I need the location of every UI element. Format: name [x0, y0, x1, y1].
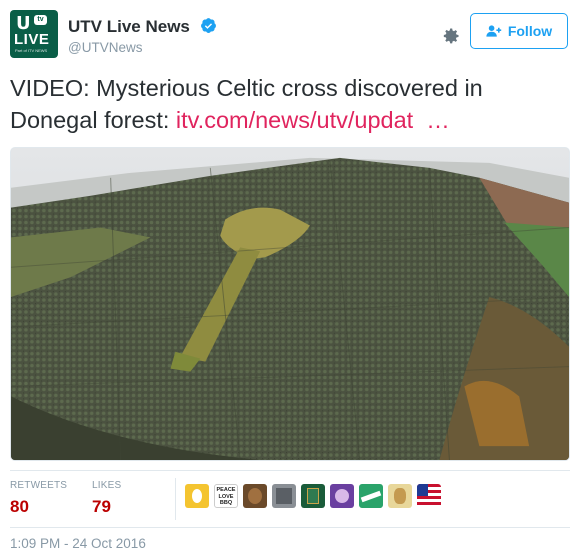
peace-love-bbq-logo: PEACE LOVE BBQ [216, 487, 236, 506]
verified-badge-icon [201, 18, 216, 33]
likes-count: 79 [92, 497, 111, 516]
tweet-photo[interactable] [10, 147, 570, 461]
liker-avatar[interactable] [301, 484, 325, 508]
stats-separator [175, 478, 176, 520]
avatar-tv-mark: tv [34, 15, 47, 25]
aerial-forest-photo [11, 148, 569, 460]
liker-avatar[interactable] [243, 484, 267, 508]
follow-label: Follow [507, 23, 553, 39]
liker-avatar[interactable] [272, 484, 296, 508]
tweet-link-ellipsis[interactable]: … [413, 107, 450, 133]
retweets-stat[interactable]: RETWEETS 80 [10, 480, 67, 517]
liker-avatar[interactable] [185, 484, 209, 508]
tweet-link[interactable]: itv.com/news/utv/updat [176, 107, 413, 133]
divider [10, 470, 570, 471]
liker-avatar[interactable] [359, 484, 383, 508]
likes-label: LIKES [92, 480, 122, 491]
avatar[interactable]: U tv LIVE Part of ITV NEWS [10, 10, 58, 58]
tweet-text: VIDEO: Mysterious Celtic cross discovere… [10, 72, 570, 136]
retweets-count: 80 [10, 497, 29, 516]
retweets-label: RETWEETS [10, 480, 68, 491]
liker-avatar[interactable] [417, 484, 441, 508]
avatar-live-text: LIVE [14, 31, 50, 48]
divider [10, 527, 570, 528]
likers-avatars: PEACE LOVE BBQ [185, 484, 441, 508]
likes-stat[interactable]: LIKES 79 [92, 480, 121, 517]
account-handle[interactable]: @UTVNews [68, 40, 142, 55]
liker-avatar[interactable] [388, 484, 412, 508]
liker-avatar[interactable] [330, 484, 354, 508]
tweet-timestamp[interactable]: 1:09 PM - 24 Oct 2016 [10, 536, 146, 551]
liker-avatar[interactable]: PEACE LOVE BBQ [214, 484, 238, 508]
follow-button[interactable]: Follow [470, 13, 568, 49]
add-user-icon [486, 25, 502, 37]
avatar-subtext: Part of ITV NEWS [15, 48, 48, 53]
gear-icon[interactable] [441, 26, 461, 46]
tweet-header: U tv LIVE Part of ITV NEWS UTV Live News… [10, 10, 571, 60]
account-name[interactable]: UTV Live News [68, 17, 190, 37]
